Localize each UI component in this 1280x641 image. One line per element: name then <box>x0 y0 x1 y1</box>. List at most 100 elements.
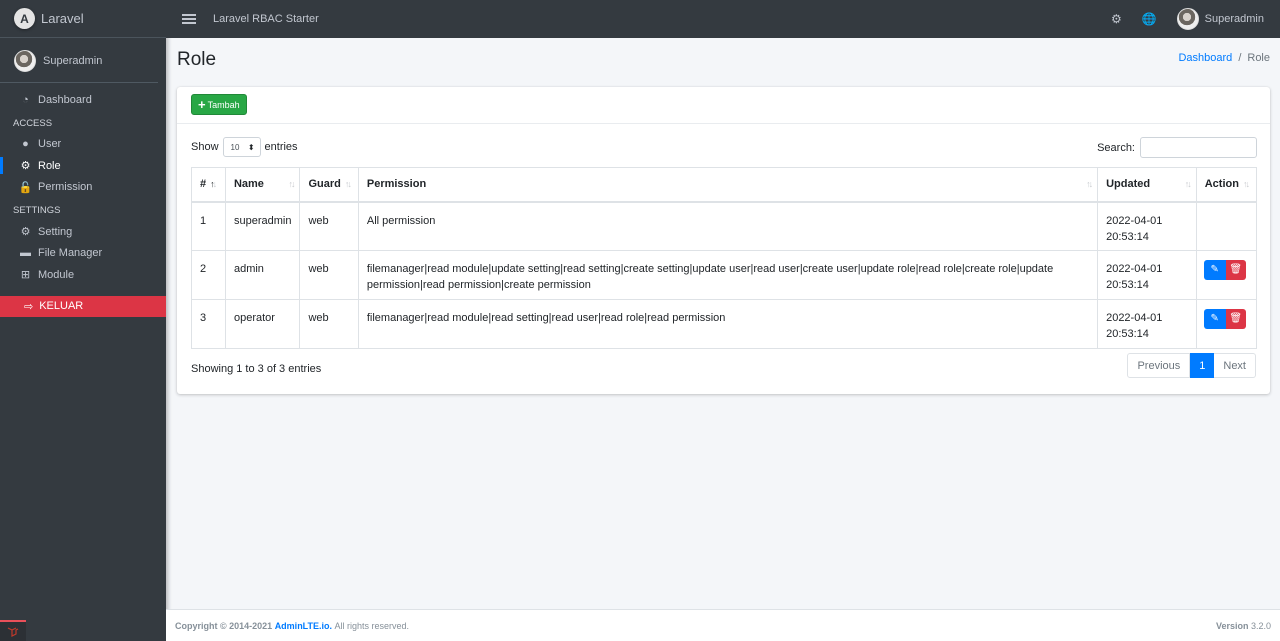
unlock-icon: 🔓 <box>18 181 33 194</box>
entries-label: entries <box>264 141 298 153</box>
sidebar-item-role[interactable]: ⚙ Role <box>0 155 166 177</box>
updated-at: 2022-04-01 20:53:14 <box>1097 201 1197 251</box>
permission-list: filemanager|read module|update setting|r… <box>357 250 1099 300</box>
navbar-user-avatar[interactable] <box>1176 8 1199 30</box>
sidebar-user-name[interactable]: Superadmin <box>43 55 102 67</box>
role-name: superadmin <box>224 201 301 251</box>
sidebar-item-dashboard[interactable]: ◔ Dashboard <box>0 89 166 111</box>
sidebar-item-label: Setting <box>38 225 73 238</box>
row-number: 3 <box>191 299 226 349</box>
page-length-control: Show 10 ⬍ entries <box>191 137 298 157</box>
card-header: + Tambah <box>177 87 1270 124</box>
rights-text: All rights reserved. <box>334 620 410 631</box>
sidebar-header-settings: SETTINGS <box>13 205 61 216</box>
brand-logo-icon: A <box>14 8 35 29</box>
sidebar-user-panel[interactable]: Superadmin <box>0 38 158 83</box>
sort-icon: ↑↓ <box>210 179 217 190</box>
sidebar-item-user[interactable]: ● User <box>0 134 166 156</box>
edit-button[interactable]: ✎ <box>1203 309 1226 329</box>
delete-button[interactable]: 🗑 <box>1225 309 1246 329</box>
cog-icon: ⚙ <box>20 226 31 239</box>
sidebar-nav: ◔ Dashboard ACCESS ● User ⚙ Role 🔓 Permission SET… <box>0 89 166 286</box>
edit-button[interactable]: ✎ <box>1203 260 1226 280</box>
sidebar-item-label: User <box>38 138 62 151</box>
sort-icon: ↑↓ <box>288 179 295 189</box>
sidebar-item-permission[interactable]: 🔓 Permission <box>0 177 166 199</box>
sidebar-item-label: File Manager <box>38 247 103 260</box>
pagination-next[interactable]: Next <box>1214 353 1256 378</box>
sidebar-item-label: Role <box>38 159 61 172</box>
column-header-action[interactable]: Action ↑↓ <box>1195 167 1258 203</box>
show-label: Show <box>191 141 219 153</box>
debugbar-laravel-icon[interactable] <box>0 620 26 641</box>
roles-card: + Tambah Show 10 ⬍ entries Search: # ↑↓ Na… <box>177 87 1270 394</box>
sort-icon: ↑↓ <box>1184 179 1192 189</box>
role-name: admin <box>224 250 301 300</box>
logout-label: KELUAR <box>39 300 84 312</box>
sidebar-item-setting[interactable]: ⚙ Setting <box>0 221 166 243</box>
breadcrumb-dashboard[interactable]: Dashboard <box>1178 52 1232 64</box>
page-length-select[interactable]: 10 ⬍ <box>222 137 261 157</box>
pagination-previous[interactable]: Previous <box>1127 353 1191 378</box>
breadcrumb-current: Role <box>1247 52 1270 64</box>
search-label: Search: <box>1097 141 1135 154</box>
breadcrumb: Dashboard / Role <box>1178 52 1270 64</box>
table-row: 3 operator web filemanager|read module|read… <box>191 299 1258 349</box>
user-avatar <box>14 50 36 72</box>
table-info: Showing 1 to 3 of 3 entries <box>191 363 322 375</box>
table-body: 1 superadmin web All permission 2022-04-01 20… <box>191 201 1258 349</box>
column-header-number[interactable]: # ↑↓ <box>191 167 226 203</box>
breadcrumb-separator: / <box>1238 52 1242 64</box>
user-icon: ● <box>22 138 29 151</box>
sidebar-item-file-manager[interactable]: ▬ File Manager <box>0 243 166 265</box>
column-header-permission[interactable]: Permission ↑↓ <box>357 167 1099 203</box>
column-header-updated[interactable]: Updated ↑↓ <box>1097 167 1197 203</box>
sort-icon: ↑↓ <box>1242 179 1250 190</box>
menu-toggle-icon[interactable] <box>182 14 196 24</box>
version-info: Version 3.2.0 <box>1215 620 1271 631</box>
sidebar-item-module[interactable]: ⊞ Module <box>0 264 166 286</box>
pagination: Previous 1 Next <box>1127 353 1256 378</box>
add-role-button[interactable]: + Tambah <box>191 94 247 115</box>
table-row: 1 superadmin web All permission 2022-04-01 20… <box>191 201 1258 251</box>
footer: Copyright © 2014-2021 AdminLTE.io. All r… <box>166 609 1280 641</box>
table-row: 2 admin web filemanager|read module|update … <box>191 250 1258 300</box>
brand-name: Laravel <box>41 11 84 26</box>
tachometer-icon: ◔ <box>22 93 29 106</box>
search-input[interactable] <box>1140 137 1257 158</box>
row-number: 2 <box>191 250 226 300</box>
navbar-user-name[interactable]: Superadmin <box>1205 13 1264 25</box>
sort-icon: ↑↓ <box>344 179 352 190</box>
permission-list: filemanager|read module|read setting|rea… <box>357 299 1099 349</box>
sidebar-item-label: Module <box>38 268 75 281</box>
content-wrapper: Role Dashboard / Role + Tambah Show 10 ⬍… <box>166 38 1280 609</box>
column-header-name[interactable]: Name ↑↓ <box>224 167 301 203</box>
row-actions: ✎ 🗑 <box>1195 250 1258 300</box>
role-name: operator <box>224 299 301 349</box>
page-title: Role <box>177 49 217 70</box>
top-navbar: Laravel RBAC Starter ⚙ 🌐 Superadmin <box>166 0 1280 38</box>
sidebar: A Laravel Superadmin ◔ Dashboard ACCESS ● Us… <box>0 0 166 641</box>
permission-list: All permission <box>357 201 1099 251</box>
settings-icon[interactable]: ⚙ <box>1111 12 1122 26</box>
column-header-guard[interactable]: Guard ↑↓ <box>299 167 359 203</box>
search-control: Search: <box>1097 137 1257 158</box>
sort-icon: ↑↓ <box>1086 179 1093 189</box>
table-header-row: # ↑↓ Name ↑↓ Guard ↑↓ Permission ↑↓ Updated ↑↓ Act… <box>191 167 1258 203</box>
add-role-label: Tambah <box>207 99 240 110</box>
plus-icon: + <box>198 97 206 112</box>
pagination-page-1[interactable]: 1 <box>1190 353 1215 378</box>
guard-name: web <box>299 201 359 251</box>
delete-button[interactable]: 🗑 <box>1225 260 1246 280</box>
globe-icon[interactable]: 🌐 <box>1142 12 1157 26</box>
trash-icon: 🗑 <box>1229 313 1243 324</box>
adminlte-link[interactable]: AdminLTE.io. <box>275 621 332 631</box>
sidebar-item-label: Dashboard <box>38 93 92 106</box>
logout-button[interactable]: ⇨ KELUAR <box>0 295 166 317</box>
brand-link[interactable]: A Laravel <box>0 0 166 38</box>
guard-name: web <box>299 299 359 349</box>
trash-icon: 🗑 <box>1229 264 1243 275</box>
sidebar-header-access: ACCESS <box>13 117 53 129</box>
pencil-icon: ✎ <box>1210 264 1219 275</box>
sidebar-item-label: Permission <box>38 181 93 194</box>
